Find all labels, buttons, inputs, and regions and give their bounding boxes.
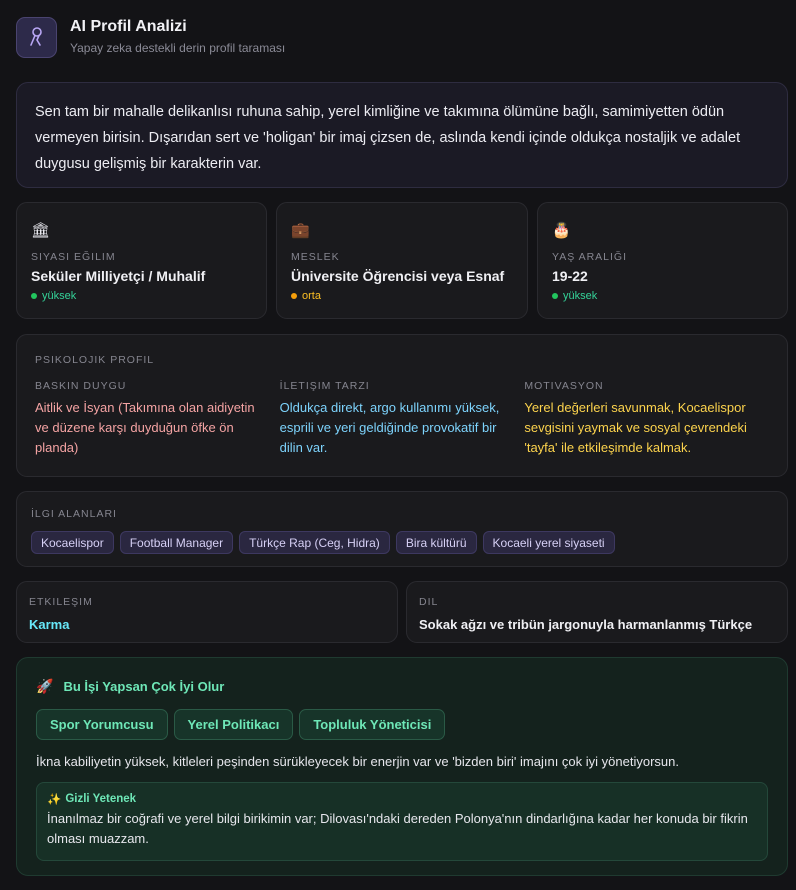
language-card: Dil Sokak ağzı ve tribün jargonuyla harm…: [406, 581, 788, 643]
app-subtitle: Yapay zeka destekli derin profil taramas…: [70, 41, 286, 55]
psych-motivation: Motivasyon Yerel değerleri savunmak, Koc…: [524, 380, 747, 455]
hidden-talent-title: Gizli Yetenek: [65, 793, 137, 805]
section-title: Psikolojik Profil: [35, 354, 155, 366]
psych-dominant-emotion: Baskın Duygu Aitlik ve İsyan (Takımına o…: [35, 380, 255, 455]
bank-icon: 🏛: [31, 222, 51, 239]
briefcase-icon: 💼: [291, 222, 310, 239]
confidence-badge: yüksek: [31, 290, 252, 302]
stat-card-age: 🎂 Yaş Aralığı 19-22 yüksek: [537, 202, 788, 319]
stat-card-politics: 🏛 Siyasi Eğilim Seküler Milliyetçi / Muh…: [16, 202, 267, 319]
sparkles-icon: ✨: [47, 794, 62, 806]
job-tag: Yerel Politikacı: [173, 709, 294, 740]
stat-value: Seküler Milliyetçi / Muhalif: [31, 268, 206, 284]
stat-value: Üniversite Öğrencisi veya Esnaf: [291, 268, 505, 284]
cake-icon: 🎂: [552, 222, 571, 239]
career-suggestion-card: 🚀 Bu İşi Yapsan Çok İyi Olur Spor Yorumc…: [16, 657, 788, 876]
profile-summary: Sen tam bir mahalle delikanlısı ruhuna s…: [16, 82, 788, 188]
language-value: Sokak ağzı ve tribün jargonuyla harmanla…: [419, 617, 753, 632]
hidden-talent-text: İnanılmaz bir coğrafi ve yerel bilgi bir…: [47, 811, 748, 846]
rocket-icon: 🚀: [36, 678, 54, 694]
app-title: AI Profil Analizi: [70, 18, 187, 35]
career-description: İkna kabiliyetin yüksek, kitleleri peşin…: [36, 754, 679, 769]
stat-card-occupation: 💼 Meslek Üniversite Öğrencisi veya Esnaf…: [276, 202, 528, 319]
job-tag: Spor Yorumcusu: [36, 709, 168, 740]
engagement-value: Karma: [29, 617, 70, 632]
interest-tag: Kocaelispor: [31, 531, 114, 554]
app-header: AI Profil Analizi Yapay zeka destekli de…: [16, 16, 285, 58]
career-title: Bu İşi Yapsan Çok İyi Olur: [63, 679, 225, 694]
interest-tag: Kocaeli yerel siyaseti: [482, 531, 615, 554]
interest-tag: Bira kültürü: [395, 531, 477, 554]
confidence-badge: orta: [291, 290, 513, 302]
interest-tag: Football Manager: [119, 531, 234, 554]
stat-label: Meslek: [291, 251, 340, 263]
psych-profile-card: Psikolojik Profil Baskın Duygu Aitlik ve…: [16, 334, 788, 477]
hidden-talent-box: ✨ Gizli Yetenek İnanılmaz bir coğrafi ve…: [36, 782, 768, 861]
interest-tag: Türkçe Rap (Ceg, Hidra): [239, 531, 390, 554]
section-title: İlgi Alanları: [31, 508, 117, 520]
stat-value: 19-22: [552, 268, 588, 284]
confidence-badge: yüksek: [552, 290, 773, 302]
interests-card: İlgi Alanları Kocaelispor Football Manag…: [16, 491, 788, 567]
stat-label: Siyasi Eğilim: [31, 251, 116, 263]
job-tag: Topluluk Yöneticisi: [299, 709, 446, 740]
stat-label: Yaş Aralığı: [552, 251, 627, 263]
ribbon-icon: [16, 16, 57, 58]
psych-communication-style: İletişim Tarzı Oldukça direkt, argo kull…: [279, 380, 500, 455]
engagement-card: Etkileşim Karma: [16, 581, 398, 643]
